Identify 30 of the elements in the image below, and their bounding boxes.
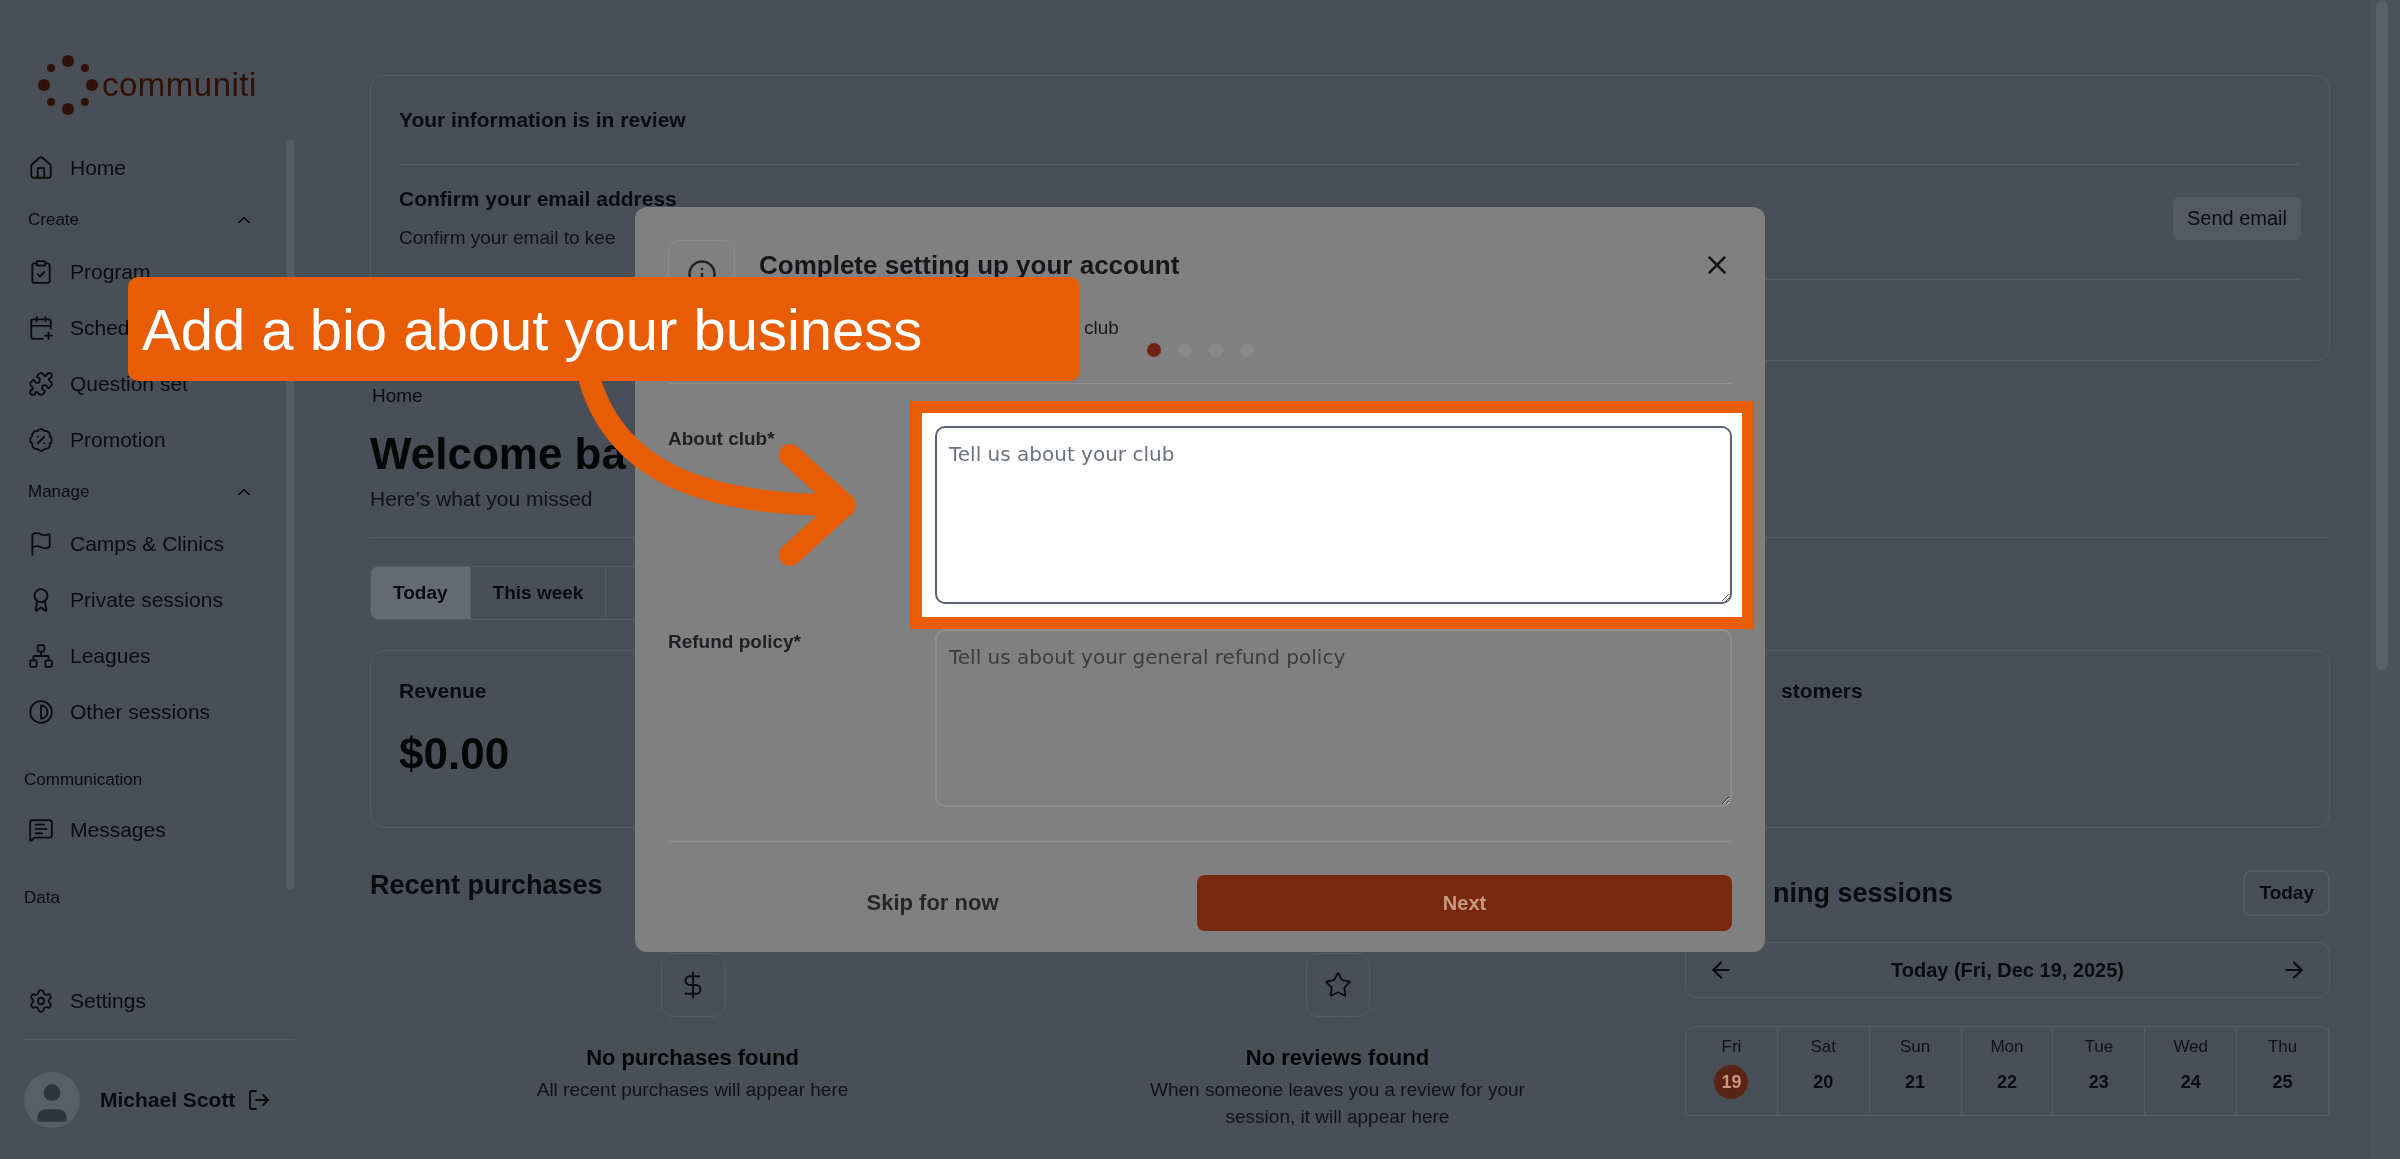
page-subheading: Here’s what you missed	[370, 487, 593, 511]
weekday-label: Mon	[1990, 1037, 2024, 1057]
section-title: ning sessions	[1772, 877, 1954, 909]
section-title: Recent purchases	[370, 870, 604, 901]
sidebar-section-label: Create	[28, 210, 80, 230]
empty-title: No purchases found	[586, 1045, 799, 1071]
dialog-subtitle: club	[1084, 317, 1119, 339]
email-text: Confirm your email to kee	[399, 227, 617, 249]
weekday-label: Sun	[1900, 1037, 1931, 1057]
stat-label: Revenue	[399, 679, 488, 703]
date-label: Today (Fri, Dec 19, 2025)	[1890, 958, 2125, 982]
weekday-label: Tue	[2084, 1037, 2114, 1057]
weekday-label: Fri	[1721, 1037, 1742, 1057]
field-label: About club*	[668, 427, 776, 451]
empty-text: When someone leaves you a review for your session, it will appear here	[1149, 1078, 1526, 1129]
field-label: Refund policy*	[668, 630, 802, 654]
weekday-label: Sat	[1810, 1037, 1837, 1057]
weekday-label: Wed	[2173, 1037, 2209, 1057]
email-title: Confirm your email address	[399, 187, 677, 211]
empty-title: No reviews found	[1245, 1045, 1430, 1071]
sidebar-section-label: Communication	[24, 770, 143, 790]
user-name: Michael Scott	[100, 1087, 236, 1112]
sidebar-section-label: Data	[24, 888, 60, 908]
sidebar-section-label: Manage	[28, 482, 90, 502]
stat-value: $0.00	[399, 729, 511, 779]
weekday-label: Thu	[2267, 1037, 2298, 1057]
card-title: Your information is in review	[399, 107, 686, 133]
logo-text: communiti	[102, 66, 257, 104]
stat-label: stomers	[1780, 679, 1864, 703]
empty-text: All recent purchases will appear here	[535, 1078, 850, 1102]
